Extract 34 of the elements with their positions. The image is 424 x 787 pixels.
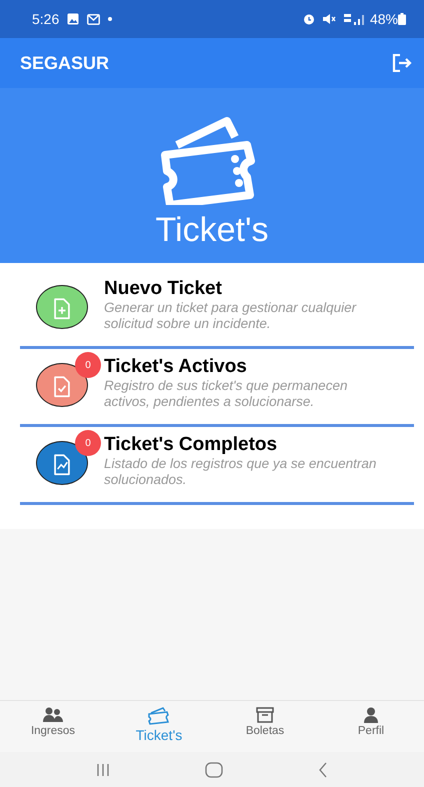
nav-tab[interactable]: Ticket's [106,701,212,752]
nav-tab[interactable]: Perfil [318,701,424,752]
menu-description: Listado de los registros que ya se encuentran solucionados. [104,456,378,488]
battery-level: 48% [370,10,398,28]
battery-icon [398,13,406,25]
mute-icon [322,13,336,25]
menu-title: Ticket's Activos [104,357,248,378]
menu-description: Generar un ticket para gestionar cualquier solicitud sobre un incidente. [104,300,358,332]
menu-title: Ticket's Completos [104,435,278,456]
menu-description: Registro de sus ticket's que permanecen activos, pendientes a solucionarse. [104,378,348,410]
app-title: SEGASUR [20,52,110,74]
menu-title: Nuevo Ticket [104,279,223,300]
mail-icon [87,14,100,24]
person-icon [363,707,379,723]
alarm-icon [302,13,315,25]
logout-icon[interactable] [392,54,412,72]
count-badge: 0 [75,430,101,456]
home-icon[interactable] [204,762,223,778]
signal-icon [344,13,366,25]
page-title: Ticket's [156,213,268,247]
gallery-icon [67,13,80,25]
nav-tab[interactable]: Ingresos [0,701,106,752]
dot-icon [108,17,112,21]
back-icon[interactable] [318,762,328,778]
menu-item[interactable]: Nuevo Ticket Generar un ticket para gestionar cualquier solicitud sobre un incidente. [20,271,414,349]
tickets-icon [147,707,171,725]
menu-item[interactable]: 0 Ticket's Completos Listado de los registros que ya se encuentran solucionados. [20,427,414,505]
nav-tab[interactable]: Boletas [212,701,318,752]
status-time: 5:26 [32,10,60,28]
menu-item[interactable]: 0 Ticket's Activos Registro de sus ticket's que permanecen activos, pendientes a solucionarse. [20,349,414,427]
archive-icon [256,707,274,723]
count-badge: 0 [75,352,101,378]
recent-apps-icon[interactable] [96,762,110,776]
people-icon [42,707,64,723]
